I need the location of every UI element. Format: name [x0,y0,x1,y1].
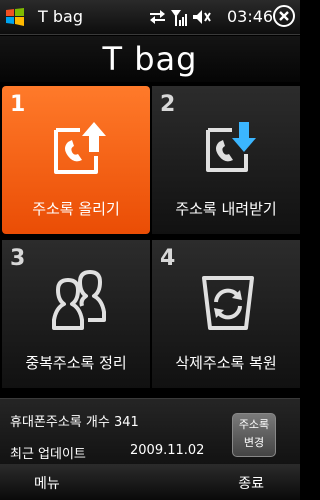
download-contacts-icon [206,122,256,172]
data-transfer-icon [150,10,165,24]
last-updated-label: 최근 업데이트 [10,447,86,462]
close-icon[interactable] [273,5,295,27]
tile-label: 삭제주소록 복원 [175,354,277,372]
tile-number: 4 [160,246,176,271]
page-title: T bag [0,36,300,82]
status-icons [150,10,211,26]
contact-count-label: 휴대폰주소록 개수 [10,415,110,430]
duplicate-contacts-tile[interactable]: 3 중복주소록 정리 [2,240,150,388]
softkey-bar: 메뉴 종료 [0,464,300,500]
volume-icon [193,10,211,24]
change-contacts-button-line2: 변경 [243,436,265,449]
restore-contacts-tile[interactable]: 4 삭제주소록 복원 [152,240,300,388]
upload-contacts-icon [54,122,106,174]
restore-contacts-icon [202,276,254,330]
app-name: T bag [38,7,83,26]
change-contacts-button[interactable]: 주소록 변경 [232,413,276,457]
tile-label: 주소록 올리기 [32,200,120,218]
change-contacts-button-line1: 주소록 [238,418,270,431]
download-contacts-tile[interactable]: 2 주소록 내려받기 [152,86,300,234]
upload-contacts-tile[interactable]: 1 주소록 올리기 [2,86,150,234]
signal-icon [171,10,187,26]
tile-label: 주소록 내려받기 [175,200,277,218]
tile-number: 1 [10,92,26,117]
last-updated-value: 2009.11.02 [130,443,205,458]
exit-softkey[interactable]: 종료 [238,473,264,493]
tile-label: 중복주소록 정리 [25,354,127,372]
menu-softkey[interactable]: 메뉴 [34,473,60,493]
tile-number: 2 [160,92,176,117]
contacts-info-panel: 휴대폰주소록 개수 341 최근 업데이트 2009.11.02 주소록 변경 [0,398,300,465]
windows-logo-icon[interactable] [4,6,26,28]
contact-count-row: 휴대폰주소록 개수 341 [10,411,139,430]
clock: 03:46 [227,7,274,26]
status-bar: T bag 03:46 [0,0,300,35]
duplicate-contacts-icon [52,270,106,330]
contact-count-value: 341 [113,415,139,430]
tile-number: 3 [10,246,26,271]
